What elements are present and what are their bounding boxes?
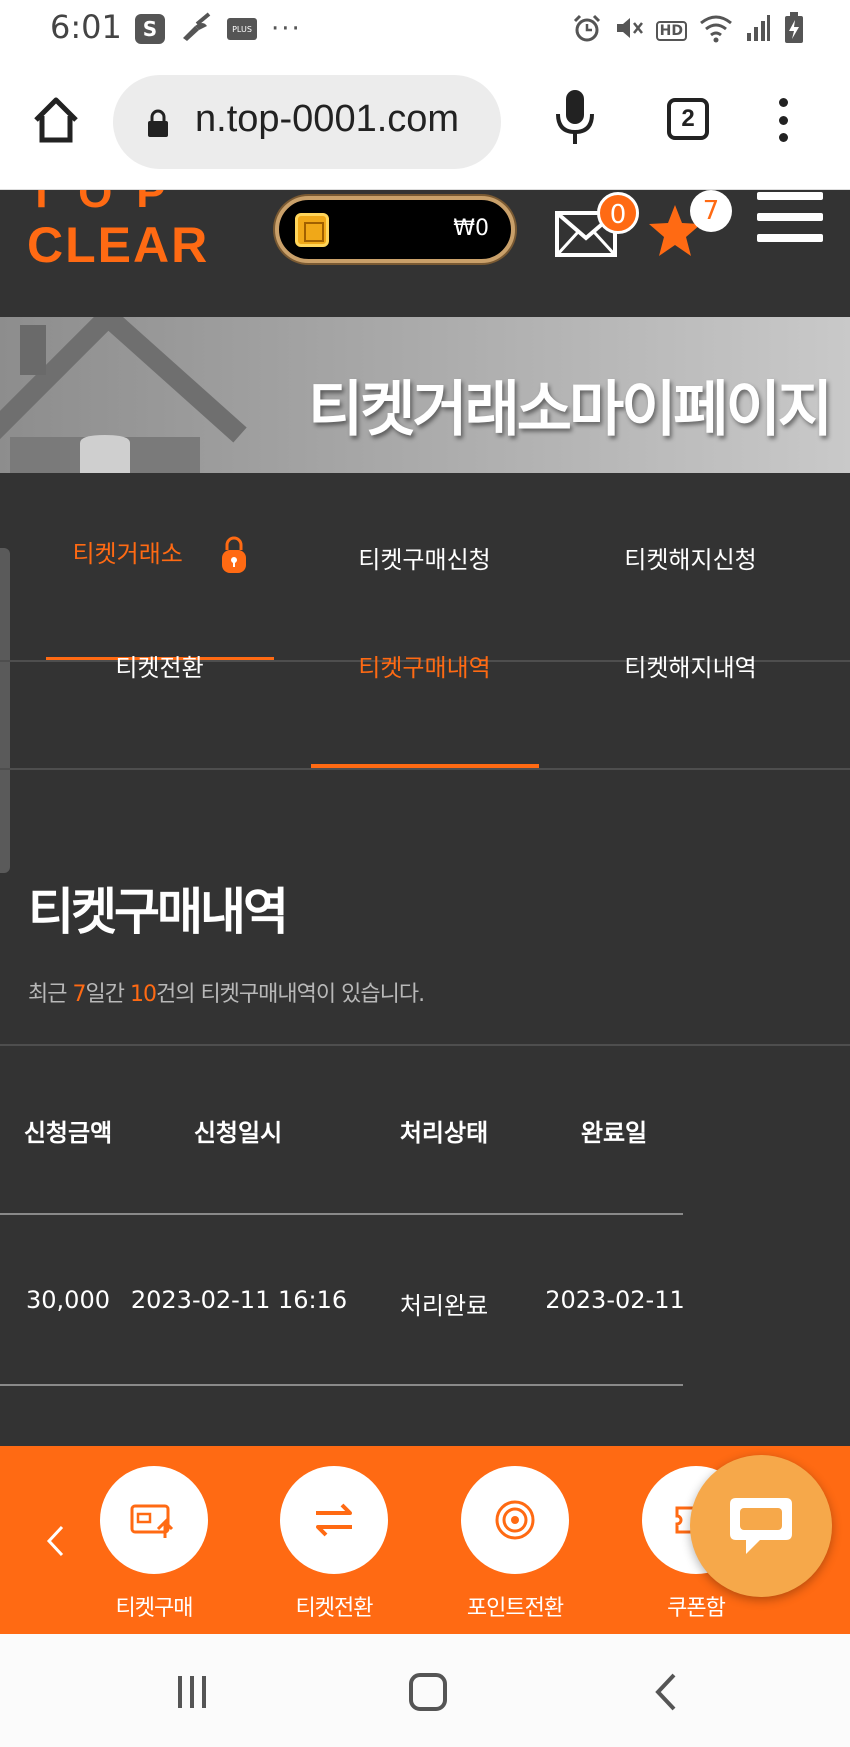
quick-label: 쿠폰함: [667, 1596, 726, 1621]
tab-navigation: 티켓거래소 티켓구매신청 티켓해지신청 티켓전환 티켓구매내역 티켓해지내역: [0, 473, 850, 773]
table-header-divider: [0, 1213, 683, 1215]
tab-label: 티켓전환: [115, 654, 204, 682]
hamburger-menu-icon[interactable]: [757, 192, 823, 242]
tab-switcher-button[interactable]: 2: [667, 98, 709, 140]
site-header: TOP CLEAR ₩0 0 7: [0, 190, 850, 317]
status-time: 6:01: [50, 8, 122, 46]
android-navigation-bar: [0, 1634, 850, 1747]
tab-label: 티켓해지내역: [624, 654, 757, 682]
tab-label: 티켓구매내역: [358, 654, 491, 682]
col-header-amount: 신청금액: [23, 1119, 113, 1147]
col-header-request-date: 신청일시: [193, 1119, 283, 1147]
broom-icon: [179, 12, 213, 46]
quick-label: 포인트전환: [466, 1596, 564, 1621]
star-badge: 7: [690, 190, 732, 232]
page-title: 티켓구매내역: [28, 883, 289, 941]
tab-ticket-cancel-request[interactable]: 티켓해지신청: [549, 540, 832, 575]
summary-days: 7: [72, 982, 86, 1007]
col-header-status: 처리상태: [399, 1119, 489, 1147]
logo-top-text: TOP: [28, 190, 190, 217]
quick-ticket-convert[interactable]: 티켓전환: [279, 1466, 389, 1622]
recent-apps-icon[interactable]: [174, 1674, 210, 1710]
history-summary: 최근 7일간 10건의 티켓구매내역이 있습니다.: [28, 982, 425, 1007]
chevron-left-icon[interactable]: [44, 1524, 66, 1558]
status-bar: 6:01 S PLUS ··· HD: [0, 0, 850, 58]
lock-icon: [147, 109, 169, 137]
quick-point-convert[interactable]: 포인트전환: [460, 1466, 570, 1622]
wallet-balance[interactable]: ₩0: [275, 196, 515, 263]
tab-divider: [0, 768, 850, 770]
microphone-icon[interactable]: [553, 88, 597, 148]
home-icon[interactable]: [30, 94, 82, 146]
quick-label: 티켓전환: [295, 1596, 374, 1621]
table-row-divider: [0, 1384, 683, 1386]
section-divider: [0, 1044, 850, 1046]
banner-title: 티켓거래소마이페이지: [308, 375, 833, 445]
s-app-icon: S: [135, 14, 165, 44]
chat-bubble-icon: [730, 1498, 792, 1554]
cell-amount: 30,000: [26, 1286, 110, 1314]
swap-arrows-icon: [280, 1466, 388, 1574]
padlock-icon: [221, 536, 247, 574]
mail-badge: 0: [597, 192, 639, 234]
url-bar[interactable]: n.top-0001.com: [113, 75, 501, 169]
back-nav-icon[interactable]: [652, 1672, 680, 1712]
col-header-completed: 완료일: [580, 1119, 648, 1147]
house-icon: [0, 317, 247, 473]
alarm-icon: [572, 13, 602, 49]
quick-label: 티켓구매: [115, 1596, 194, 1621]
url-text: n.top-0001.com: [195, 98, 460, 140]
tab-ticket-exchange[interactable]: 티켓거래소: [18, 534, 301, 574]
wifi-icon: [699, 13, 733, 49]
live-chat-button[interactable]: [690, 1455, 832, 1597]
home-nav-icon[interactable]: [408, 1672, 448, 1712]
more-dots-icon: ···: [271, 14, 302, 44]
cell-status: 처리완료: [399, 1292, 489, 1320]
tab-ticket-cancel-history[interactable]: 티켓해지내역: [549, 648, 832, 683]
signal-icon: [745, 13, 771, 49]
page-banner: 티켓거래소마이페이지: [0, 317, 850, 473]
wallet-amount: ₩0: [453, 216, 489, 241]
tab-ticket-purchase-history[interactable]: 티켓구매내역: [283, 648, 566, 683]
browser-toolbar: n.top-0001.com 2: [0, 58, 850, 190]
battery-charging-icon: [783, 12, 805, 50]
site-logo[interactable]: CLEAR: [27, 216, 209, 274]
hd-icon: HD: [655, 21, 687, 41]
cell-completed-date: 2023-02-11: [545, 1286, 685, 1314]
browser-menu-icon[interactable]: [776, 98, 790, 142]
tab-label: 티켓거래소: [72, 540, 183, 568]
tab-ticket-convert[interactable]: 티켓전환: [18, 648, 301, 683]
tab-ticket-purchase-request[interactable]: 티켓구매신청: [283, 540, 566, 575]
cell-request-date: 2023-02-11 16:16: [130, 1286, 348, 1314]
quick-ticket-purchase[interactable]: 티켓구매: [99, 1466, 209, 1622]
plus-app-icon: PLUS: [227, 18, 257, 40]
summary-count: 10: [129, 982, 157, 1007]
coin-icon: [461, 1466, 569, 1574]
ticket-purchase-icon: [100, 1466, 208, 1574]
mute-icon: [614, 13, 644, 49]
gem-icon: [295, 213, 329, 247]
